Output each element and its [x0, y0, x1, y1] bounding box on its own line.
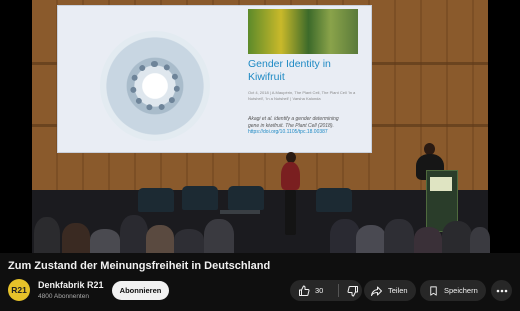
thumbs-up-icon — [298, 285, 310, 297]
channel-avatar[interactable]: R21 — [8, 279, 30, 301]
slide-meta: Oct 4, 2018 | A.Maupérin, The Plant Cell… — [248, 90, 356, 101]
share-icon — [370, 285, 383, 297]
audience — [0, 205, 520, 253]
dislike-button[interactable] — [339, 285, 359, 297]
share-label: Teilen — [388, 286, 408, 295]
slide-photo-strip — [248, 9, 358, 54]
audience-member — [442, 221, 472, 253]
subscribe-button[interactable]: Abonnieren — [112, 281, 169, 300]
audience-member — [34, 217, 60, 253]
save-button[interactable]: Speichern — [420, 280, 486, 301]
audience-member — [146, 225, 174, 253]
more-actions-button[interactable] — [491, 280, 512, 301]
slide-title: Gender Identity in Kiwifruit — [248, 58, 331, 83]
subscriber-count: 4800 Abonnenten — [38, 293, 89, 300]
video-title: Zum Zustand der Meinungsfreiheit in Deut… — [8, 260, 271, 272]
more-icon — [496, 289, 508, 293]
like-count: 30 — [315, 286, 324, 295]
slide-citation: Akagi et al. identify a gender determini… — [248, 116, 368, 136]
save-label: Speichern — [444, 286, 478, 295]
audience-member — [204, 219, 234, 253]
speaker-standing — [281, 162, 300, 190]
audience-member — [174, 229, 204, 253]
channel-name[interactable]: Denkfabrik R21 — [38, 280, 104, 290]
share-button[interactable]: Teilen — [364, 280, 416, 301]
audience-member — [384, 219, 414, 253]
slide-citation-link: https://doi.org/10.1105/tpc.18.00387 — [248, 129, 328, 135]
audience-member — [62, 223, 90, 253]
audience-member — [120, 215, 148, 253]
audience-member — [90, 229, 120, 253]
like-dislike-group: 30 — [290, 280, 362, 301]
audience-member — [470, 227, 490, 253]
like-button[interactable]: 30 — [290, 285, 338, 297]
audience-member — [356, 225, 386, 253]
kiwi-seeds — [130, 61, 180, 111]
podium-logo — [430, 177, 452, 191]
bookmark-icon — [428, 285, 439, 297]
thumbs-down-icon — [347, 285, 359, 297]
video-player[interactable]: Gender Identity in Kiwifruit Oct 4, 2018… — [0, 0, 520, 253]
projection-screen: Gender Identity in Kiwifruit Oct 4, 2018… — [57, 5, 372, 153]
audience-member — [414, 227, 442, 253]
